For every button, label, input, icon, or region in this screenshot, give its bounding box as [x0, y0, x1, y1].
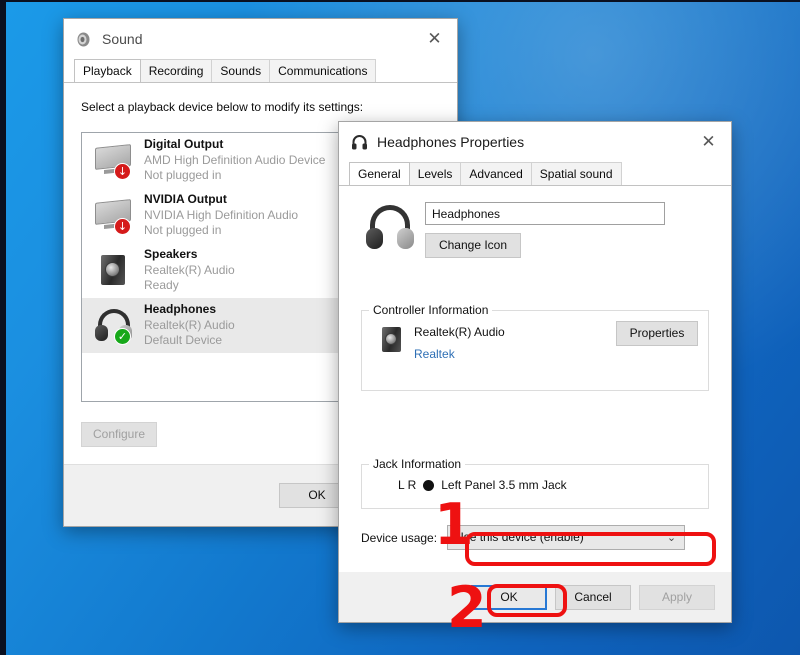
- not-plugged-badge-icon: ↓: [114, 163, 131, 180]
- jack-information-group: Jack Information L R Left Panel 3.5 mm J…: [361, 464, 709, 509]
- tab-general[interactable]: General: [349, 162, 410, 185]
- device-name-input[interactable]: [425, 202, 665, 225]
- headphones-properties-dialog: Headphones Properties ✕ General Levels A…: [338, 121, 732, 623]
- device-driver: Realtek(R) Audio: [144, 318, 235, 334]
- device-driver: Realtek(R) Audio: [144, 263, 235, 279]
- properties-tabstrip: General Levels Advanced Spatial sound: [339, 162, 731, 185]
- device-status: Ready: [144, 278, 235, 294]
- sound-titlebar: Sound ✕: [64, 19, 457, 59]
- chevron-down-icon: ⌄: [667, 526, 676, 549]
- properties-apply-button[interactable]: Apply: [639, 585, 715, 610]
- realtek-link[interactable]: Realtek: [414, 347, 455, 361]
- properties-cancel-button[interactable]: Cancel: [555, 585, 631, 610]
- close-icon[interactable]: ✕: [412, 19, 457, 59]
- device-name: NVIDIA Output: [144, 192, 298, 208]
- jack-channels-label: L R: [398, 478, 416, 492]
- controller-name: Realtek(R) Audio: [406, 325, 505, 339]
- speaker-icon: [376, 325, 406, 355]
- sound-title-text: Sound: [102, 31, 142, 47]
- device-status: Default Device: [144, 333, 235, 349]
- headphones-icon: [361, 202, 419, 254]
- device-usage-select[interactable]: Use this device (enable) ⌄: [447, 525, 685, 550]
- desktop-background: Sound ✕ Playback Recording Sounds Commun…: [0, 0, 800, 655]
- monitor-icon: ↓: [92, 140, 136, 182]
- jack-group-label: Jack Information: [369, 457, 465, 471]
- tab-playback[interactable]: Playback: [74, 59, 141, 82]
- device-name: Speakers: [144, 247, 235, 263]
- device-name: Headphones: [144, 302, 235, 318]
- tab-communications[interactable]: Communications: [269, 59, 376, 82]
- device-name-area: Change Icon: [339, 186, 731, 258]
- speaker-icon: [76, 31, 93, 48]
- configure-button[interactable]: Configure: [81, 422, 157, 447]
- tab-spatial-sound[interactable]: Spatial sound: [531, 162, 622, 185]
- device-name: Digital Output: [144, 137, 325, 153]
- device-driver: AMD High Definition Audio Device: [144, 153, 325, 169]
- controller-information-group: Controller Information Realtek(R) Audio …: [361, 310, 709, 391]
- close-icon[interactable]: ✕: [686, 122, 731, 162]
- headphones-icon: [351, 134, 368, 151]
- jack-dot-icon: [423, 480, 434, 491]
- jack-description: Left Panel 3.5 mm Jack: [441, 478, 566, 492]
- properties-footer: OK Cancel Apply: [339, 572, 731, 622]
- change-icon-button[interactable]: Change Icon: [425, 233, 521, 258]
- monitor-icon: ↓: [92, 195, 136, 237]
- device-usage-row: Device usage: Use this device (enable) ⌄: [361, 525, 709, 550]
- general-tab-pane: Change Icon Controller Information Realt…: [339, 185, 731, 572]
- headphones-icon: ✓: [92, 305, 136, 347]
- not-plugged-badge-icon: ↓: [114, 218, 131, 235]
- controller-properties-button[interactable]: Properties: [616, 321, 698, 346]
- sound-tabstrip: Playback Recording Sounds Communications: [64, 59, 457, 82]
- tab-recording[interactable]: Recording: [140, 59, 213, 82]
- properties-titlebar: Headphones Properties ✕: [339, 122, 731, 162]
- properties-title-text: Headphones Properties: [377, 134, 524, 150]
- device-status: Not plugged in: [144, 168, 325, 184]
- device-usage-label: Device usage:: [361, 531, 437, 545]
- playback-hint: Select a playback device below to modify…: [64, 83, 457, 122]
- speaker-icon: [92, 250, 136, 292]
- tab-sounds[interactable]: Sounds: [211, 59, 270, 82]
- tab-levels[interactable]: Levels: [409, 162, 462, 185]
- properties-ok-button[interactable]: OK: [471, 585, 547, 610]
- device-usage-value: Use this device (enable): [455, 530, 584, 544]
- tab-advanced[interactable]: Advanced: [460, 162, 531, 185]
- default-device-badge-icon: ✓: [114, 328, 131, 345]
- device-status: Not plugged in: [144, 223, 298, 239]
- device-driver: NVIDIA High Definition Audio: [144, 208, 298, 224]
